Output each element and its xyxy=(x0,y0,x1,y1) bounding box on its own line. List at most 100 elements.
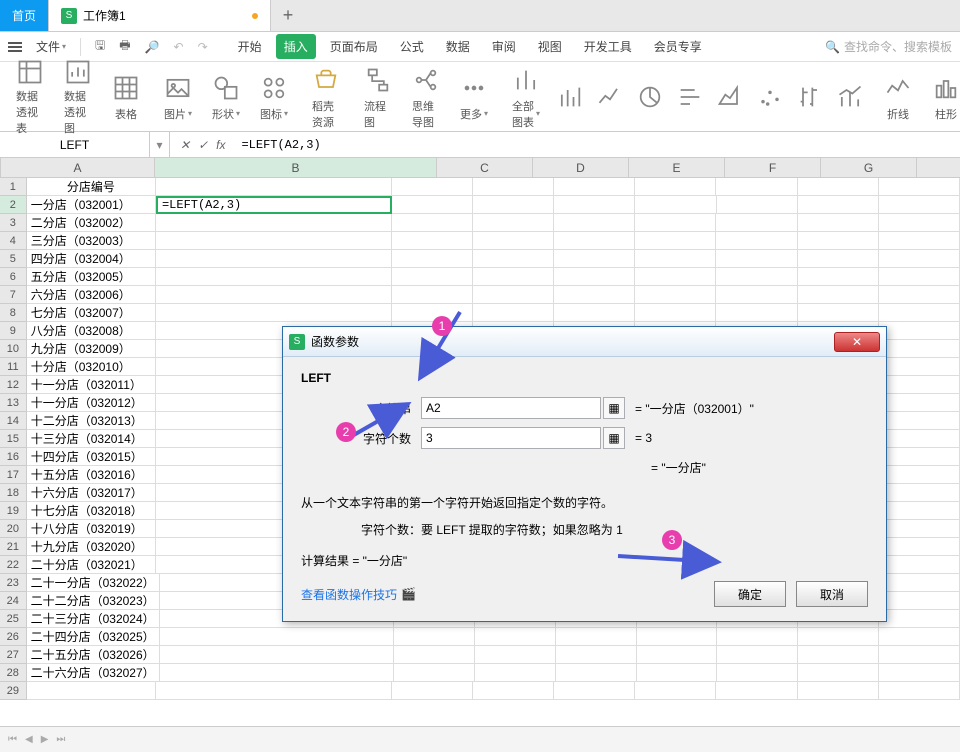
row-header[interactable]: 6 xyxy=(0,268,27,286)
cell[interactable]: 二十五分店（032026） xyxy=(27,646,160,664)
cell[interactable] xyxy=(637,646,718,664)
cell[interactable] xyxy=(635,268,716,286)
column-header[interactable]: F xyxy=(725,158,821,178)
ribbon-tab-4[interactable]: 数据 xyxy=(438,34,478,59)
cell[interactable] xyxy=(392,178,473,196)
sparkline-column-button[interactable]: 柱形 xyxy=(922,62,960,131)
cell[interactable] xyxy=(879,448,960,466)
cell[interactable] xyxy=(717,664,798,682)
cell[interactable] xyxy=(798,664,879,682)
cell[interactable] xyxy=(160,646,394,664)
pivot-chart-button[interactable]: 数据透视图 xyxy=(54,62,102,131)
ribbon-tab-5[interactable]: 审阅 xyxy=(484,34,524,59)
all-charts-button[interactable]: 全部图表▾ xyxy=(502,62,550,131)
name-box[interactable]: LEFT xyxy=(0,132,150,157)
row-header[interactable]: 5 xyxy=(0,250,27,268)
cell[interactable] xyxy=(473,232,554,250)
cell[interactable]: 二十六分店（032027） xyxy=(27,664,160,682)
cell[interactable] xyxy=(635,214,716,232)
icon-button[interactable]: 图标▾ xyxy=(250,62,298,131)
cell[interactable] xyxy=(716,178,797,196)
column-header[interactable]: G xyxy=(821,158,917,178)
row-header[interactable]: 21 xyxy=(0,538,27,556)
cell[interactable] xyxy=(392,682,473,700)
cell[interactable] xyxy=(798,232,879,250)
cell[interactable] xyxy=(879,376,960,394)
cell[interactable] xyxy=(879,412,960,430)
cell[interactable] xyxy=(473,304,554,322)
undo-icon[interactable]: ↶ xyxy=(174,40,184,54)
row-header[interactable]: 10 xyxy=(0,340,27,358)
cell[interactable]: 四分店（032004） xyxy=(27,250,156,268)
cell[interactable] xyxy=(554,214,635,232)
chart-type-5[interactable] xyxy=(710,62,750,131)
row-header[interactable]: 22 xyxy=(0,556,27,574)
row-header[interactable]: 7 xyxy=(0,286,27,304)
cell[interactable] xyxy=(554,232,635,250)
row-header[interactable]: 15 xyxy=(0,430,27,448)
cell[interactable] xyxy=(879,214,960,232)
resources-button[interactable]: 稻壳资源 xyxy=(302,62,350,131)
cell[interactable] xyxy=(879,574,960,592)
cell[interactable] xyxy=(473,682,554,700)
column-header[interactable]: H xyxy=(917,158,960,178)
cell[interactable] xyxy=(879,466,960,484)
ribbon-tab-8[interactable]: 会员专享 xyxy=(646,34,710,59)
cell[interactable]: 九分店（032009） xyxy=(27,340,156,358)
range-select-button[interactable]: ▦ xyxy=(603,427,625,449)
cell[interactable]: 十二分店（032013） xyxy=(27,412,156,430)
row-header[interactable]: 4 xyxy=(0,232,27,250)
ribbon-tab-0[interactable]: 开始 xyxy=(230,34,270,59)
cell[interactable] xyxy=(473,286,554,304)
cell[interactable] xyxy=(798,196,879,214)
cell[interactable] xyxy=(879,556,960,574)
cell[interactable] xyxy=(879,502,960,520)
sheet-nav-next[interactable]: ▶ xyxy=(41,734,49,745)
cell[interactable] xyxy=(554,178,635,196)
cell[interactable] xyxy=(879,232,960,250)
cell[interactable] xyxy=(798,304,879,322)
range-select-button[interactable]: ▦ xyxy=(603,397,625,419)
cell[interactable] xyxy=(879,286,960,304)
cell[interactable] xyxy=(717,628,798,646)
cell[interactable] xyxy=(879,628,960,646)
row-header[interactable]: 1 xyxy=(0,178,27,196)
param1-input[interactable] xyxy=(421,397,601,419)
help-link[interactable]: 查看函数操作技巧 🎬 xyxy=(301,586,416,603)
print-preview-icon[interactable]: 🔎 xyxy=(145,40,160,54)
cell[interactable]: 十五分店（032016） xyxy=(27,466,156,484)
cell[interactable] xyxy=(156,232,392,250)
cell[interactable] xyxy=(879,664,960,682)
cell[interactable] xyxy=(716,682,797,700)
cell[interactable] xyxy=(879,268,960,286)
cell[interactable] xyxy=(716,286,797,304)
shape-button[interactable]: 形状▾ xyxy=(202,62,250,131)
column-header[interactable]: B xyxy=(155,158,437,178)
cell[interactable] xyxy=(156,250,392,268)
cell[interactable]: 十一分店（032011） xyxy=(27,376,156,394)
fx-icon[interactable]: fx xyxy=(216,138,225,152)
column-header[interactable]: E xyxy=(629,158,725,178)
print-icon[interactable]: 🖶 xyxy=(119,36,130,57)
cell[interactable]: 七分店（032007） xyxy=(27,304,156,322)
cell[interactable]: 二分店（032002） xyxy=(27,214,156,232)
cell[interactable] xyxy=(554,304,635,322)
cell[interactable] xyxy=(392,268,473,286)
table-button[interactable]: 表格 xyxy=(102,62,150,131)
cell[interactable]: 五分店（032005） xyxy=(27,268,156,286)
cell[interactable]: 十八分店（032019） xyxy=(27,520,156,538)
row-header[interactable]: 12 xyxy=(0,376,27,394)
row-header[interactable]: 20 xyxy=(0,520,27,538)
dialog-titlebar[interactable]: S 函数参数 ✕ xyxy=(283,327,886,357)
column-header[interactable]: A xyxy=(1,158,155,178)
cell[interactable] xyxy=(798,268,879,286)
cell[interactable]: =LEFT(A2,3) xyxy=(156,196,392,214)
cell[interactable] xyxy=(556,664,637,682)
cell[interactable] xyxy=(879,646,960,664)
cell[interactable] xyxy=(716,268,797,286)
cell[interactable]: 六分店（032006） xyxy=(27,286,156,304)
cell[interactable] xyxy=(716,250,797,268)
cell[interactable] xyxy=(554,268,635,286)
cell[interactable] xyxy=(394,646,475,664)
cell[interactable]: 三分店（032003） xyxy=(27,232,156,250)
